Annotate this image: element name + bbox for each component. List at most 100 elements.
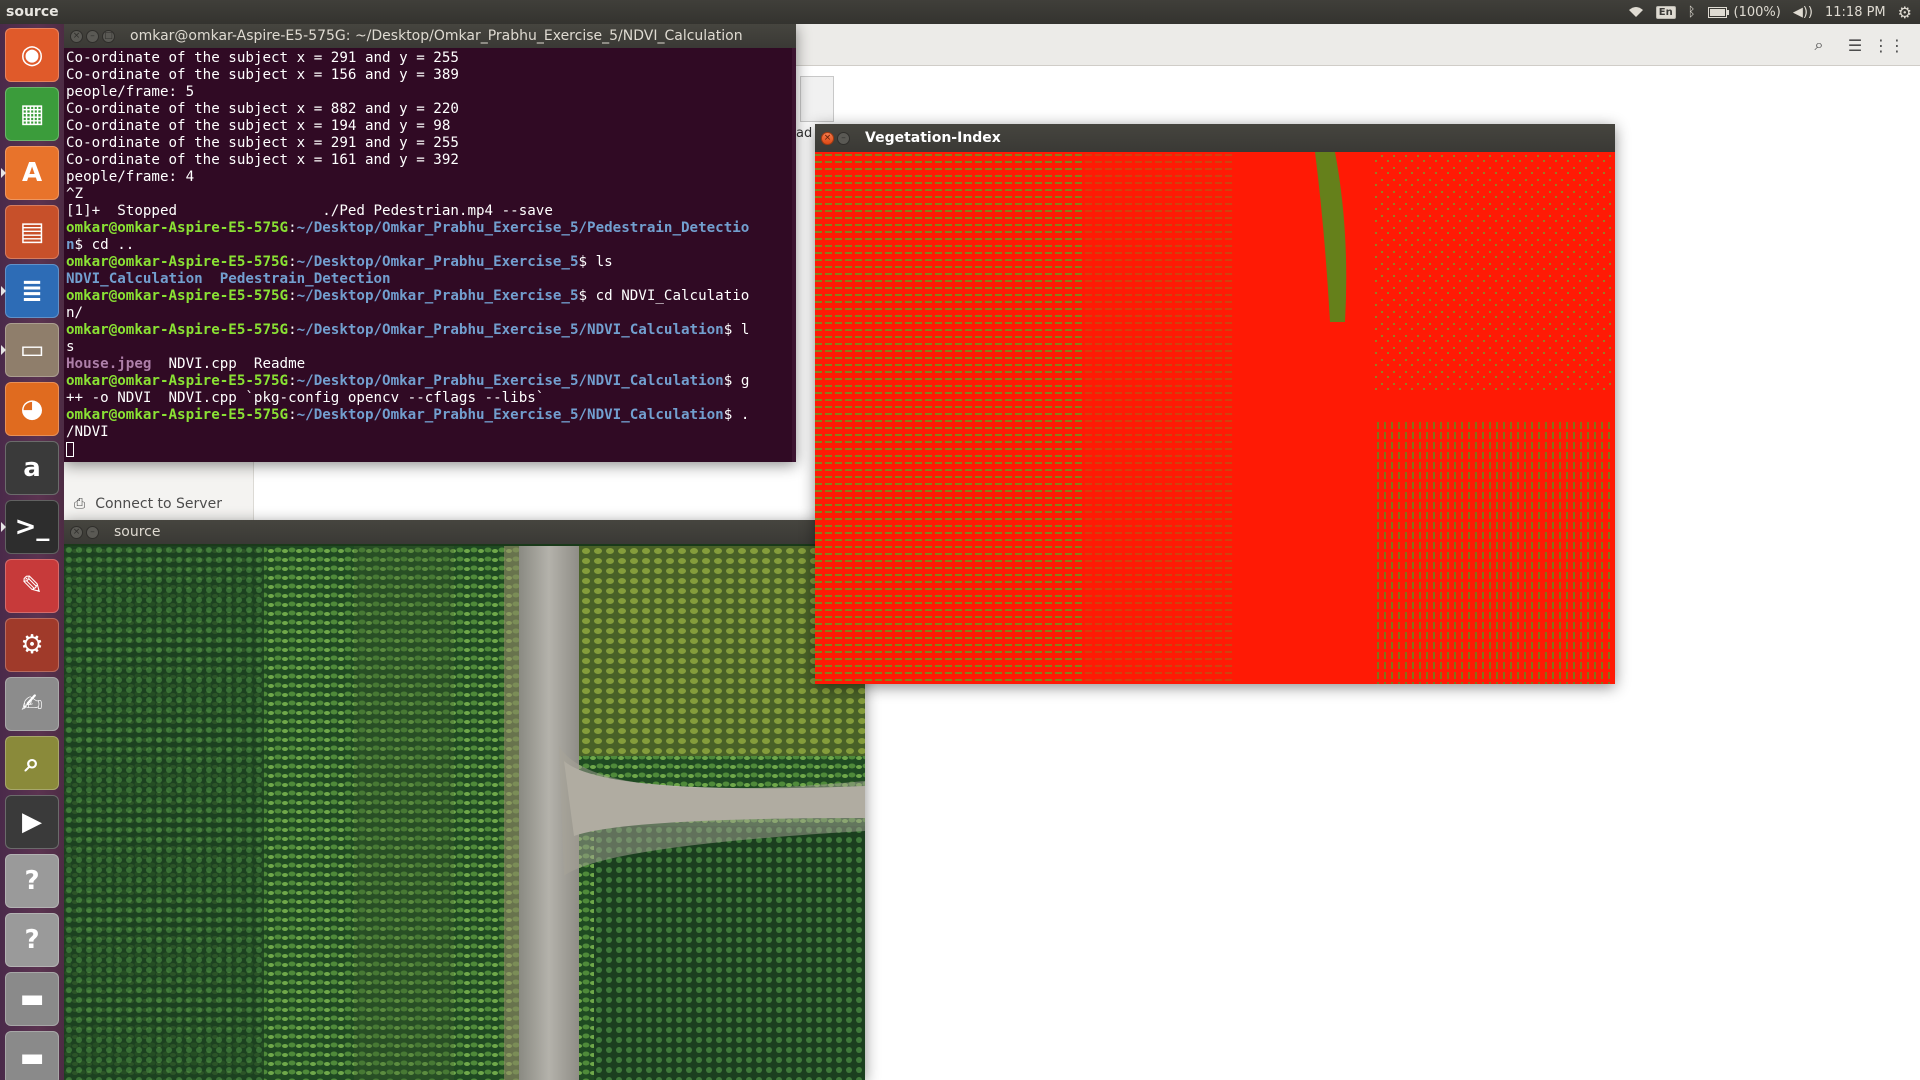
unknown-app-icon[interactable]: ? — [5, 854, 59, 908]
panel-indicators: En ᛒ (100%) ◀)) 11:18 PM ⚙ — [1628, 0, 1920, 24]
terminal-output[interactable]: Co-ordinate of the subject x = 291 and y… — [66, 50, 792, 462]
terminal-text: ^Z — [66, 186, 84, 202]
document-icon — [800, 76, 834, 122]
terminal-text: $ . — [723, 407, 750, 423]
dash-home-icon[interactable]: ◉ — [5, 28, 59, 82]
terminal-cursor — [66, 441, 74, 457]
settings-gear-icon[interactable]: ⚙ — [1898, 3, 1912, 22]
terminal-text: $ ls — [578, 254, 613, 270]
terminal-scrollbar[interactable] — [792, 48, 796, 462]
close-icon[interactable]: × — [70, 29, 83, 43]
terminal-text: NDVI_Calculation — [66, 271, 203, 287]
minimize-icon[interactable]: – — [86, 29, 99, 43]
clock[interactable]: 11:18 PM — [1825, 5, 1886, 20]
terminal-line: Co-ordinate of the subject x = 194 and y… — [66, 118, 792, 135]
battery-percent: (100%) — [1733, 4, 1781, 20]
terminal-text: omkar@omkar-Aspire-E5-575G — [66, 407, 289, 423]
terminal-titlebar[interactable]: × – □ omkar@omkar-Aspire-E5-575G: ~/Desk… — [64, 24, 796, 48]
files-icon[interactable]: ▭ — [1, 323, 59, 377]
system-settings-icon[interactable]: ⚙ — [5, 618, 59, 672]
wifi-icon[interactable] — [1628, 6, 1644, 18]
terminal-text: $ cd NDVI_Calculatio — [578, 288, 750, 304]
terminal-line: omkar@omkar-Aspire-E5-575G:~/Desktop/Omk… — [66, 254, 792, 271]
unknown-app-2-icon[interactable]: ? — [5, 913, 59, 967]
terminal-line: Co-ordinate of the subject x = 291 and y… — [66, 50, 792, 67]
vegetation-window-title: Vegetation-Index — [865, 130, 1001, 146]
vegetation-index-window[interactable]: × – Vegetation-Index — [815, 124, 1615, 684]
terminal-line: n$ cd .. — [66, 237, 792, 254]
software-center-icon[interactable]: A — [1, 146, 59, 200]
terminal-line: Co-ordinate of the subject x = 291 and y… — [66, 135, 792, 152]
close-icon[interactable]: × — [70, 525, 83, 539]
minimize-icon[interactable]: – — [86, 525, 99, 539]
launcher: ◉ ▦ A ▤ ≣ ▭ ◕ a >_ ✎ ⚙ ✍ ⌕ ▶?? ▬ ▬ — [0, 24, 64, 1080]
terminal-text: omkar@omkar-Aspire-E5-575G — [66, 288, 289, 304]
terminal-text: Co-ordinate of the subject x = 291 and y… — [66, 50, 459, 66]
terminal-text: Co-ordinate of the subject x = 156 and y… — [66, 67, 459, 83]
running-indicator — [1, 286, 6, 296]
close-icon[interactable]: × — [821, 131, 834, 145]
firefox-icon[interactable]: ◕ — [5, 382, 59, 436]
file-label: ad — [796, 126, 813, 141]
terminal-text: omkar@omkar-Aspire-E5-575G — [66, 220, 289, 236]
terminal-line: omkar@omkar-Aspire-E5-575G:~/Desktop/Omk… — [66, 288, 792, 305]
maximize-icon[interactable]: □ — [102, 29, 115, 43]
terminal-text: $ l — [723, 322, 750, 338]
drive-2-icon[interactable]: ▬ — [5, 1031, 59, 1080]
running-indicator — [1, 168, 6, 178]
image-viewer-icon[interactable]: ⌕ — [5, 736, 59, 790]
launcher-glyph: ◉ — [20, 40, 44, 70]
terminal-line: omkar@omkar-Aspire-E5-575G:~/Desktop/Omk… — [66, 407, 792, 424]
top-panel: source En ᛒ (100%) ◀)) 11:18 PM ⚙ — [0, 0, 1920, 24]
bluetooth-icon[interactable]: ᛒ — [1688, 5, 1696, 20]
search-icon[interactable]: ⌕ — [1806, 32, 1832, 58]
launcher-glyph: >_ — [14, 512, 50, 542]
terminal-line: people/frame: 5 — [66, 84, 792, 101]
terminal-text: Co-ordinate of the subject x = 194 and y… — [66, 118, 451, 134]
terminal-line: ++ -o NDVI NDVI.cpp `pkg-config opencv -… — [66, 390, 792, 407]
connect-to-server-label: Connect to Server — [95, 496, 222, 512]
launcher-glyph: ▶ — [22, 807, 42, 837]
drive-icon[interactable]: ▬ — [5, 972, 59, 1026]
libreoffice-impress-icon[interactable]: ▤ — [5, 205, 59, 259]
launcher-glyph: ▤ — [19, 217, 45, 247]
list-view-icon[interactable]: ☰ — [1842, 32, 1868, 58]
launcher-glyph: ▦ — [19, 99, 45, 129]
terminal-window-title: omkar@omkar-Aspire-E5-575G: ~/Desktop/Om… — [130, 28, 743, 44]
terminal-line: omkar@omkar-Aspire-E5-575G:~/Desktop/Omk… — [66, 322, 792, 339]
grid-view-icon[interactable]: ⋮⋮ — [1873, 32, 1905, 58]
active-app-title: source — [6, 4, 59, 20]
launcher-glyph: a — [23, 453, 41, 483]
video-editor-icon[interactable]: ▶ — [5, 795, 59, 849]
terminal-text: omkar@omkar-Aspire-E5-575G — [66, 254, 289, 270]
terminal-text: ~/Desktop/Omkar_Prabhu_Exercise_5 — [296, 288, 579, 304]
terminal-line: s — [66, 339, 792, 356]
connect-to-server-item[interactable]: ⎙ Connect to Server — [74, 496, 222, 512]
battery-indicator[interactable]: (100%) — [1707, 4, 1781, 20]
text-editor-icon[interactable]: ✍ — [5, 677, 59, 731]
terminal-line: /NDVI — [66, 424, 792, 441]
source-window[interactable]: × – source — [64, 520, 865, 1080]
keyboard-layout-indicator[interactable]: En — [1655, 5, 1676, 19]
terminal-text: $ cd .. — [74, 237, 135, 253]
terminal-text: n/ — [66, 305, 84, 321]
libreoffice-calc-icon[interactable]: ▦ — [5, 87, 59, 141]
terminal-text: /NDVI — [66, 424, 109, 440]
terminal-text: people/frame: 5 — [66, 84, 195, 100]
terminal-text: s — [66, 339, 75, 355]
source-titlebar[interactable]: × – source — [64, 520, 865, 544]
launcher-glyph: ? — [24, 866, 40, 896]
terminal-line: n/ — [66, 305, 792, 322]
launcher-glyph: ◕ — [20, 394, 44, 424]
minimize-icon[interactable]: – — [837, 131, 850, 145]
evince-icon[interactable]: ✎ — [5, 559, 59, 613]
volume-icon[interactable]: ◀)) — [1793, 5, 1813, 20]
terminal-window[interactable]: × – □ omkar@omkar-Aspire-E5-575G: ~/Desk… — [64, 24, 796, 462]
vegetation-titlebar[interactable]: × – Vegetation-Index — [815, 124, 1615, 152]
launcher-glyph: ≣ — [21, 276, 43, 306]
libreoffice-writer-icon[interactable]: ≣ — [1, 264, 59, 318]
terminal-text: : — [288, 220, 297, 236]
amazon-icon[interactable]: a — [5, 441, 59, 495]
terminal-icon[interactable]: >_ — [1, 500, 59, 554]
